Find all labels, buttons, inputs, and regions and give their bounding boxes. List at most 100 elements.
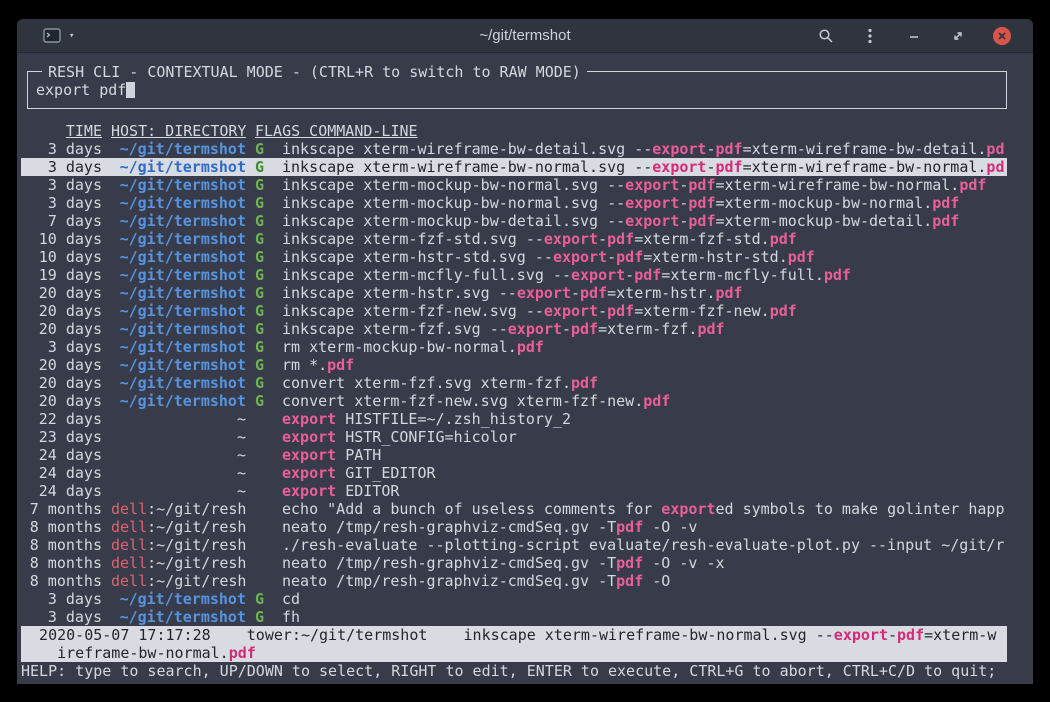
- history-row[interactable]: 20 days~/git/termshotGinkscape xterm-fzf…: [21, 320, 1007, 338]
- history-row[interactable]: 22 days~export HISTFILE=~/.zsh_history_2: [21, 410, 1007, 428]
- command-text: rm *.: [282, 356, 327, 374]
- row-host-directory: ~/git/termshot: [111, 194, 246, 212]
- header-host-directory: HOST: DIRECTORY: [111, 122, 246, 140]
- detail-text: tower:~/git/termshot: [247, 626, 428, 644]
- search-button[interactable]: [817, 27, 835, 45]
- mode-banner: RESH CLI - CONTEXTUAL MODE - (CTRL+R to …: [42, 63, 587, 81]
- history-row[interactable]: 10 days~/git/termshotGinkscape xterm-fzf…: [21, 230, 1007, 248]
- history-row[interactable]: 3 days~/git/termshotGfh: [21, 608, 1007, 626]
- row-host-directory: ~/git/termshot: [111, 608, 246, 626]
- history-row[interactable]: 7 monthsdell:~/git/reshecho "Add a bunch…: [21, 500, 1007, 518]
- row-command: inkscape xterm-mockup-bw-normal.svg --ex…: [282, 194, 1007, 212]
- menu-button[interactable]: [861, 27, 879, 45]
- history-row[interactable]: 20 days~/git/termshotGconvert xterm-fzf.…: [21, 374, 1007, 392]
- history-row[interactable]: 3 days~/git/termshotGrm xterm-mockup-bw-…: [21, 338, 1007, 356]
- command-text: EDITOR: [336, 482, 399, 500]
- command-text: -O -v -x: [643, 554, 724, 572]
- terminal-window: ▾ ~/git/termshot: [17, 19, 1033, 684]
- row-command: export HSTR_CONFIG=hicolor: [282, 428, 1007, 446]
- history-row[interactable]: 8 monthsdell:~/git/resh./resh-evaluate -…: [21, 536, 1007, 554]
- row-command: inkscape xterm-wireframe-bw-normal.svg -…: [282, 158, 1007, 176]
- profile-dropdown-caret[interactable]: ▾: [69, 31, 74, 41]
- history-row[interactable]: 10 days~/git/termshotGinkscape xterm-hst…: [21, 248, 1007, 266]
- command-text: inkscape xterm-wireframe-bw-normal.svg -…: [282, 158, 652, 176]
- match-highlight: pdf: [788, 248, 815, 266]
- command-text: ed symbols to make golinter happ: [715, 500, 1004, 518]
- history-row[interactable]: 24 days~export GIT_EDITOR: [21, 464, 1007, 482]
- search-query-input[interactable]: export pdf: [36, 81, 998, 99]
- history-row-selected[interactable]: 3 days~/git/termshotGinkscape xterm-wire…: [21, 158, 1007, 176]
- row-directory: ~/git/termshot: [120, 338, 246, 356]
- row-command: neato /tmp/resh-graphviz-cmdSeq.gv -Tpdf…: [282, 572, 1007, 590]
- history-row[interactable]: 7 days~/git/termshotGinkscape xterm-mock…: [21, 212, 1007, 230]
- match-highlight: pdf: [616, 572, 643, 590]
- terminal-content: RESH CLI - CONTEXTUAL MODE - (CTRL+R to …: [17, 54, 1033, 684]
- history-row[interactable]: 24 days~export EDITOR: [21, 482, 1007, 500]
- minimize-button[interactable]: [905, 27, 923, 45]
- history-row[interactable]: 23 days~export HSTR_CONFIG=hicolor: [21, 428, 1007, 446]
- row-host-directory: ~/git/termshot: [111, 590, 246, 608]
- row-directory: ~: [237, 464, 246, 482]
- match-highlight: pdf: [688, 212, 715, 230]
- row-time: 8 months: [30, 536, 102, 554]
- row-command: inkscape xterm-mockup-bw-normal.svg --ex…: [282, 176, 1007, 194]
- history-row[interactable]: 20 days~/git/termshotGconvert xterm-fzf-…: [21, 392, 1007, 410]
- restore-button[interactable]: [949, 27, 967, 45]
- row-host-directory: ~/git/termshot: [111, 230, 246, 248]
- titlebar[interactable]: ▾ ~/git/termshot: [17, 19, 1033, 53]
- row-host-directory: ~/git/termshot: [111, 266, 246, 284]
- history-row[interactable]: 8 monthsdell:~/git/reshneato /tmp/resh-g…: [21, 518, 1007, 536]
- match-highlight: export: [508, 320, 562, 338]
- row-directory: ~: [237, 482, 246, 500]
- row-time: 20 days: [39, 284, 102, 302]
- row-directory: :~/git/resh: [147, 554, 246, 572]
- query-text: export pdf: [36, 81, 126, 99]
- row-time: 7 days: [48, 212, 102, 230]
- command-text: =xterm-mcfly-full.: [661, 266, 824, 284]
- match-highlight: pdf: [616, 518, 643, 536]
- row-directory: ~/git/termshot: [120, 590, 246, 608]
- match-highlight: pdf: [770, 302, 797, 320]
- row-directory: ~/git/termshot: [120, 176, 246, 194]
- row-host-directory: ~: [111, 482, 246, 500]
- row-host-directory: ~/git/termshot: [111, 320, 246, 338]
- command-text: inkscape xterm-hstr-std.svg --: [282, 248, 553, 266]
- match-highlight: export: [282, 410, 336, 428]
- history-row[interactable]: 8 monthsdell:~/git/reshneato /tmp/resh-g…: [21, 554, 1007, 572]
- command-text: HSTR_CONFIG=hicolor: [336, 428, 517, 446]
- match-highlight: pdf: [716, 284, 743, 302]
- new-terminal-button[interactable]: [43, 27, 61, 45]
- row-host-directory: ~/git/termshot: [111, 212, 246, 230]
- history-row[interactable]: 3 days~/git/termshotGcd: [21, 590, 1007, 608]
- history-row[interactable]: 3 days~/git/termshotGinkscape xterm-mock…: [21, 176, 1007, 194]
- row-directory: ~/git/termshot: [120, 392, 246, 410]
- history-row[interactable]: 20 days~/git/termshotGrm *.pdf: [21, 356, 1007, 374]
- history-row[interactable]: 3 days~/git/termshotGinkscape xterm-mock…: [21, 194, 1007, 212]
- row-time: 20 days: [39, 356, 102, 374]
- command-text: inkscape xterm-fzf-std.svg --: [282, 230, 544, 248]
- row-time: 3 days: [48, 608, 102, 626]
- detail-text: -: [888, 626, 897, 644]
- match-highlight: pdf: [932, 212, 959, 230]
- command-text: rm xterm-mockup-bw-normal.: [282, 338, 517, 356]
- command-text: inkscape xterm-mockup-bw-detail.svg --: [282, 212, 625, 230]
- match-highlight: pdf: [643, 392, 670, 410]
- row-directory: :~/git/resh: [147, 500, 246, 518]
- command-text: -: [562, 320, 571, 338]
- history-row[interactable]: 19 days~/git/termshotGinkscape xterm-mcf…: [21, 266, 1007, 284]
- history-row[interactable]: 20 days~/git/termshotGinkscape xterm-fzf…: [21, 302, 1007, 320]
- history-row[interactable]: 8 monthsdell:~/git/reshneato /tmp/resh-g…: [21, 572, 1007, 590]
- history-row[interactable]: 3 days~/git/termshotGinkscape xterm-wire…: [21, 140, 1007, 158]
- history-row[interactable]: 24 days~export PATH: [21, 446, 1007, 464]
- match-highlight: pdf: [571, 320, 598, 338]
- row-flags: G: [255, 392, 264, 410]
- row-command: inkscape xterm-fzf.svg --export-pdf=xter…: [282, 320, 1007, 338]
- row-directory: ~/git/termshot: [120, 212, 246, 230]
- command-text: =xterm-wireframe-bw-normal.: [715, 176, 959, 194]
- close-button[interactable]: [993, 27, 1011, 45]
- row-host-directory: ~: [111, 410, 246, 428]
- match-highlight: export: [571, 266, 625, 284]
- row-host-directory: ~/git/termshot: [111, 338, 246, 356]
- row-flags: G: [255, 176, 264, 194]
- history-row[interactable]: 20 days~/git/termshotGinkscape xterm-hst…: [21, 284, 1007, 302]
